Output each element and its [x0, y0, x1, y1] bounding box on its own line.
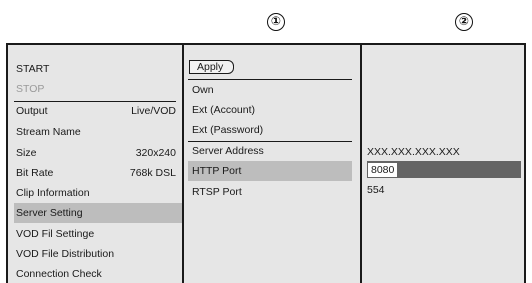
apply-button[interactable]: Apply	[189, 60, 235, 74]
menu-item-label: START	[16, 63, 50, 75]
menu-item-value: 768k DSL	[129, 167, 176, 179]
menu-item-label: Connection Check	[16, 268, 102, 280]
menu-item-label: Bit Rate	[16, 167, 54, 179]
menu-item-label: Server Setting	[16, 207, 83, 219]
submenu-item-label: Ext (Account)	[192, 104, 256, 116]
menu-item-value: 320x240	[135, 147, 176, 159]
submenu-item-label: HTTP Port	[192, 165, 242, 177]
submenu-item-rtsp-port[interactable]: RTSP Port	[192, 182, 352, 202]
submenu-item-label: Server Address	[192, 145, 264, 157]
http-port-input[interactable]: 8080	[368, 163, 398, 177]
main-menu: START STOP Output Live/VOD Stream Name S…	[8, 45, 182, 283]
submenu-item-ext-password[interactable]: Ext (Password)	[192, 120, 352, 140]
server-setting-submenu: Apply Own Ext (Account) Ext (Password) S…	[182, 45, 360, 283]
menu-item-label: Clip Information	[16, 187, 90, 199]
submenu-item-label: RTSP Port	[192, 186, 242, 198]
menu-item-label: VOD File Distribution	[16, 248, 115, 260]
menu-item-stream-name[interactable]: Stream Name	[16, 122, 176, 142]
callout-2: ②	[455, 13, 473, 31]
http-port-field[interactable]: 8080	[367, 161, 521, 178]
menu-item-label: VOD Fil Settinge	[16, 228, 95, 240]
menu-item-output[interactable]: Output Live/VOD	[16, 101, 176, 121]
menu-item-label: Size	[16, 147, 37, 159]
menu-item-value: Live/VOD	[131, 105, 176, 117]
submenu-item-own[interactable]: Own	[192, 80, 352, 100]
settings-panel: START STOP Output Live/VOD Stream Name S…	[6, 43, 526, 283]
menu-item-size[interactable]: Size 320x240	[16, 143, 176, 163]
menu-item-label: STOP	[16, 83, 45, 95]
menu-item-label: Output	[16, 105, 48, 117]
submenu-item-label: Ext (Password)	[192, 124, 264, 136]
menu-item-bit-rate[interactable]: Bit Rate 768k DSL	[16, 163, 176, 183]
menu-item-clip-information[interactable]: Clip Information	[16, 183, 176, 203]
callout-1: ①	[267, 13, 285, 31]
screen: ① ② START STOP Output Live/VOD Stream Na…	[0, 0, 532, 283]
rtsp-port-value[interactable]: 554	[367, 183, 521, 197]
value-column: XXX.XXX.XXX.XXX 8080 554	[360, 45, 524, 283]
server-address-value[interactable]: XXX.XXX.XXX.XXX	[367, 145, 521, 159]
menu-item-start[interactable]: START	[16, 59, 176, 79]
menu-item-connection-check[interactable]: Connection Check	[16, 264, 176, 283]
menu-item-label: Stream Name	[16, 126, 81, 138]
menu-item-server-setting[interactable]: Server Setting	[14, 203, 182, 223]
submenu-item-server-address[interactable]: Server Address	[192, 141, 352, 161]
submenu-item-http-port[interactable]: HTTP Port	[188, 161, 352, 181]
submenu-item-ext-account[interactable]: Ext (Account)	[192, 100, 352, 120]
menu-item-stop: STOP	[16, 79, 176, 99]
submenu-item-label: Own	[192, 84, 214, 96]
menu-item-vod-file-distribution[interactable]: VOD File Distribution	[16, 244, 176, 264]
menu-item-vod-file-setting[interactable]: VOD Fil Settinge	[16, 224, 176, 244]
